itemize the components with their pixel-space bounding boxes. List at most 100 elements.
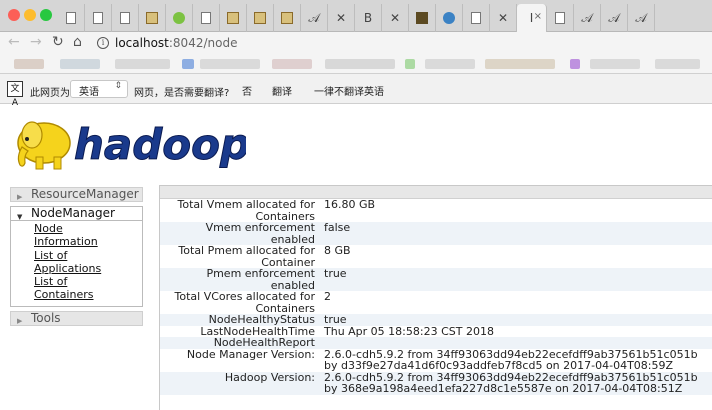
home-icon[interactable]: ⌂ <box>73 34 82 50</box>
document-icon <box>93 12 103 24</box>
row-value: true <box>324 268 712 291</box>
triangle-right-icon: ▶ <box>17 316 23 325</box>
cross-icon: ✕ <box>389 11 401 25</box>
sidebar-section-label: ResourceManager <box>31 187 139 201</box>
tab[interactable] <box>193 4 220 32</box>
tab[interactable] <box>547 4 574 32</box>
table-row: NodeHealthReport <box>160 337 712 349</box>
sidebar-section-resourcemanager[interactable]: ▶ ResourceManager <box>10 187 143 202</box>
bookmark-item[interactable] <box>325 59 395 69</box>
b-icon: B <box>363 11 373 25</box>
tab[interactable] <box>166 4 193 32</box>
bookmark-item[interactable] <box>272 59 312 69</box>
row-label: Total Vmem allocated for Containers <box>177 198 315 223</box>
forward-icon[interactable]: → <box>30 34 42 50</box>
translate-prompt: 此网页为 <box>30 88 70 99</box>
tab[interactable] <box>274 4 301 32</box>
minimize-window-icon[interactable] <box>24 9 36 21</box>
sidebar-link[interactable]: Information <box>34 235 142 248</box>
tab[interactable] <box>220 4 247 32</box>
address-toolbar: ← → ↻ ⌂ i localhost:8042/node <box>0 32 712 54</box>
tab[interactable]: 𝒜 <box>628 4 655 32</box>
tab[interactable]: 𝒜 <box>574 4 601 32</box>
bookmark-item[interactable] <box>182 59 194 69</box>
triangle-down-icon: ▼ <box>17 213 23 221</box>
row-value: 8 GB <box>324 244 351 257</box>
script-a-icon: 𝒜 <box>635 10 647 25</box>
sidebar-link[interactable]: Containers <box>34 288 142 301</box>
tab[interactable]: ✕ <box>382 4 409 32</box>
tab[interactable] <box>58 4 85 32</box>
sidebar-section-label: Tools <box>31 310 61 325</box>
tab[interactable] <box>247 4 274 32</box>
row-label: NodeHealthReport <box>160 337 324 349</box>
row-value: false <box>324 222 712 245</box>
close-tab-icon[interactable]: × <box>534 11 542 22</box>
tab[interactable] <box>409 4 436 32</box>
bookmark-item[interactable] <box>425 59 475 69</box>
language-select[interactable]: 英语 ⇕ <box>70 80 128 98</box>
close-window-icon[interactable] <box>8 9 20 21</box>
site-info-icon[interactable]: i <box>97 37 109 49</box>
sidebar-link[interactable]: List of <box>34 249 142 262</box>
sidebar: ▶ ResourceManager ▼ NodeManager Node Informat… <box>10 187 143 326</box>
tab[interactable] <box>463 4 490 32</box>
bookmark-item[interactable] <box>655 59 700 69</box>
bookmark-item[interactable] <box>14 59 44 69</box>
sidebar-link[interactable]: List of <box>34 275 142 288</box>
bookmark-item[interactable] <box>405 59 415 69</box>
tab[interactable] <box>436 4 463 32</box>
android-icon <box>173 12 185 24</box>
tab[interactable]: 𝒜 <box>601 4 628 32</box>
reload-icon[interactable]: ↻ <box>52 34 64 50</box>
document-icon <box>471 12 481 24</box>
tab[interactable] <box>112 4 139 32</box>
globe-icon <box>443 12 455 24</box>
elephant-icon <box>17 121 71 170</box>
tab[interactable] <box>139 4 166 32</box>
bookmark-item[interactable] <box>115 59 170 69</box>
translate-question: 网页，是否需要翻译? <box>134 88 230 99</box>
bookmark-item[interactable] <box>590 59 640 69</box>
node-info-table: Total Vmem allocated for Containers 16.80… <box>160 199 712 395</box>
table-row: Node Manager Version: 2.6.0-cdh5.9.2 from… <box>160 347 712 372</box>
url-host: localhost <box>115 36 169 50</box>
bookmark-item[interactable] <box>60 59 100 69</box>
back-icon[interactable]: ← <box>8 34 20 50</box>
triangle-right-icon: ▶ <box>17 193 23 201</box>
node-info-panel: Total Vmem allocated for Containers 16.80… <box>159 185 712 410</box>
sidebar-section-tools[interactable]: ▶ Tools <box>10 310 143 326</box>
table-row: Total VCores allocated for Containers 2 <box>160 291 712 314</box>
select-arrows-icon: ⇕ <box>114 81 122 91</box>
logo-text: hadoop <box>74 120 246 169</box>
row-value: 2.6.0-cdh5.9.2 from 34ff93063dd94eb22ece… <box>324 347 698 372</box>
tab[interactable]: ✕ <box>490 4 517 32</box>
github-icon <box>416 12 428 24</box>
sidebar-section-nodemanager[interactable]: ▼ NodeManager <box>10 206 143 221</box>
tab[interactable]: B <box>355 4 382 32</box>
tab[interactable]: 𝒜 <box>301 4 328 32</box>
sidebar-link[interactable]: Applications <box>34 262 142 275</box>
translate-button[interactable]: 翻译 <box>266 80 298 98</box>
translate-icon[interactable]: 文A <box>7 81 23 108</box>
row-value: true <box>324 314 712 326</box>
table-row: Vmem enforcement enabled false <box>160 222 712 245</box>
bookmark-item[interactable] <box>485 59 555 69</box>
tab[interactable] <box>85 4 112 32</box>
script-a-icon: 𝒜 <box>581 10 593 25</box>
no-button[interactable]: 否 <box>236 80 258 98</box>
maximize-window-icon[interactable] <box>40 9 52 21</box>
never-translate-button[interactable]: 一律不翻译英语 <box>308 80 390 98</box>
address-field[interactable]: localhost:8042/node <box>115 36 237 50</box>
tab[interactable]: ✕ <box>328 4 355 32</box>
hadoop-logo[interactable]: hadoop <box>14 113 246 175</box>
table-row: Hadoop Version: 2.6.0-cdh5.9.2 from 34ff9… <box>160 371 712 395</box>
row-value: Thu Apr 05 18:58:23 CST 2018 <box>324 324 494 338</box>
bookmark-item[interactable] <box>570 59 580 69</box>
document-icon <box>120 12 130 24</box>
sidebar-link[interactable]: Node <box>34 222 142 235</box>
bookmark-item[interactable] <box>200 59 260 69</box>
tab-active[interactable]: I × <box>517 4 547 32</box>
url-path: :8042/node <box>168 36 238 50</box>
table-row: Total Vmem allocated for Containers 16.80… <box>160 199 712 222</box>
